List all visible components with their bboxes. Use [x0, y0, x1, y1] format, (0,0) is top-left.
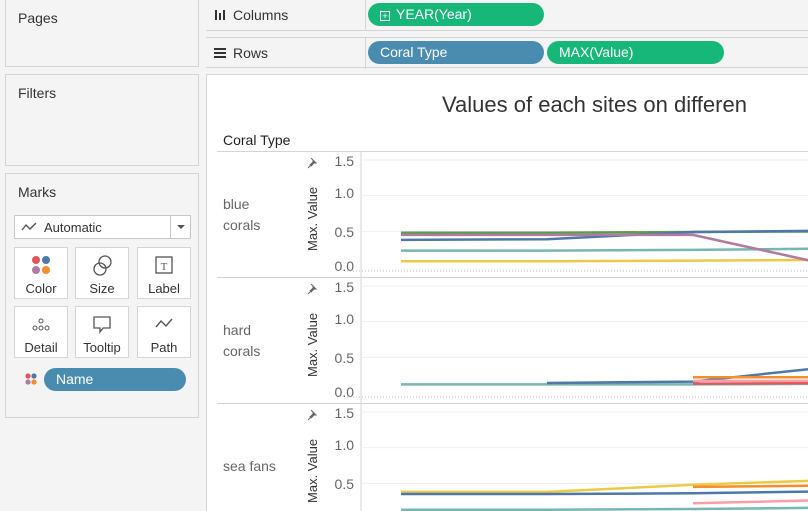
series-line	[692, 484, 808, 489]
filters-shelf[interactable]: Filters	[5, 74, 199, 166]
series-line	[401, 258, 808, 263]
name-color-pill[interactable]: Name	[44, 368, 186, 391]
color-legend-icon	[25, 373, 37, 385]
expand-icon[interactable]: +	[380, 11, 390, 21]
year-column-pill[interactable]: + YEAR(Year)	[368, 3, 544, 26]
columns-icon	[215, 10, 225, 20]
marks-title: Marks	[18, 184, 57, 200]
columns-label: Columns	[233, 7, 289, 23]
year-column-pill-label: YEAR(Year)	[396, 6, 472, 22]
columns-shelf-label: Columns	[206, 0, 366, 31]
text-label-icon: T	[155, 256, 173, 274]
path-icon	[155, 318, 173, 328]
detail-icon	[32, 318, 50, 331]
rows-icon	[214, 48, 226, 58]
chevron-down-icon[interactable]	[170, 216, 190, 238]
mark-type-value: Automatic	[44, 220, 102, 235]
series-line	[692, 381, 808, 385]
tooltip-button[interactable]: Tooltip	[75, 306, 129, 358]
label-label: Label	[148, 281, 180, 296]
size-label: Size	[89, 281, 115, 296]
mark-type-dropdown[interactable]: Automatic	[14, 215, 191, 239]
pages-shelf[interactable]: Pages	[5, 0, 199, 67]
max-value-row-pill[interactable]: MAX(Value)	[547, 41, 724, 64]
size-button[interactable]: Size	[75, 247, 129, 299]
color-icon	[32, 256, 50, 274]
line-chart-plot	[347, 152, 808, 511]
worksheet-view[interactable]: Values of each sites on differen Coral T…	[206, 74, 808, 511]
size-icon	[93, 255, 112, 276]
line-chart-icon	[21, 222, 37, 231]
columns-shelf: Columns + YEAR(Year)	[206, 0, 808, 31]
filters-title: Filters	[18, 85, 57, 101]
marks-card: Marks Automatic Color Size T Label Detai…	[5, 173, 199, 418]
rows-shelf-label: Rows	[206, 38, 366, 69]
series-line	[692, 499, 808, 505]
color-label: Color	[25, 281, 57, 296]
path-label: Path	[150, 340, 178, 355]
color-button[interactable]: Color	[14, 247, 68, 299]
series-line	[401, 506, 808, 511]
series-line	[401, 247, 808, 252]
svg-text:T: T	[161, 261, 168, 273]
detail-button[interactable]: Detail	[14, 306, 68, 358]
coral-type-row-pill[interactable]: Coral Type	[368, 41, 544, 64]
rows-shelf: Rows Coral Type MAX(Value)	[206, 37, 808, 69]
label-button[interactable]: T Label	[137, 247, 191, 299]
tooltip-icon	[93, 316, 111, 334]
rows-label: Rows	[233, 45, 269, 61]
detail-label: Detail	[24, 340, 58, 355]
path-button[interactable]: Path	[137, 306, 191, 358]
pages-title: Pages	[18, 10, 58, 26]
tooltip-label: Tooltip	[83, 340, 121, 355]
